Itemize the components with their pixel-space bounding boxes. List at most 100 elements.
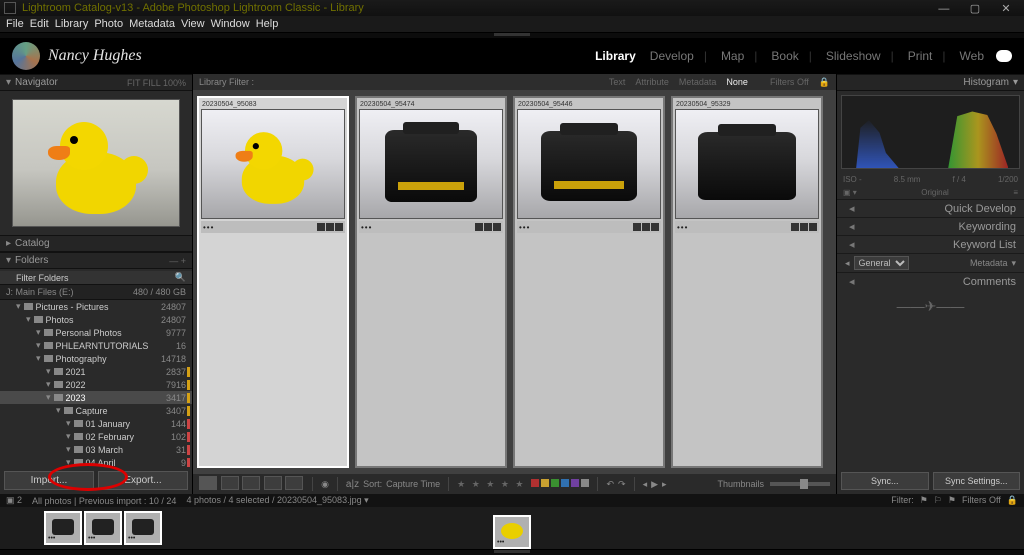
slideshow-play-icon[interactable]: ▶: [651, 479, 658, 490]
filmstrip-thumb[interactable]: •••: [44, 511, 82, 545]
sync-settings-button[interactable]: Sync Settings...: [933, 472, 1021, 490]
second-window-icon[interactable]: ▣ 2: [6, 495, 22, 506]
keyword-list-header[interactable]: Keyword List: [837, 235, 1024, 253]
cell-badges[interactable]: [633, 223, 659, 231]
rating-dots[interactable]: •••: [519, 223, 530, 232]
filmstrip[interactable]: ••• ••• ••• •••: [0, 507, 1024, 549]
grid-cell-thumb[interactable]: [201, 109, 345, 219]
menu-library[interactable]: Library: [55, 18, 89, 30]
status-filter-lock-icon[interactable]: 🔒: [1007, 495, 1018, 506]
color-label-swatch[interactable]: [531, 479, 539, 487]
folder-row[interactable]: ▾Photography14718: [0, 352, 192, 365]
cloud-sync-icon[interactable]: [996, 50, 1012, 62]
module-library[interactable]: Library: [593, 49, 638, 63]
menu-edit[interactable]: Edit: [30, 18, 49, 30]
rotate-cw-icon[interactable]: ↷: [618, 479, 626, 490]
module-book[interactable]: Book: [769, 49, 813, 63]
keywording-header[interactable]: Keywording: [837, 217, 1024, 235]
folder-row[interactable]: ▾Pictures - Pictures24807: [0, 300, 192, 313]
navigator-zoom-modes[interactable]: FIT FILL 100%: [127, 78, 186, 88]
grid-cell-thumb[interactable]: [517, 109, 661, 219]
folder-row[interactable]: ▾01 January144: [0, 417, 192, 430]
module-map[interactable]: Map: [719, 49, 759, 63]
maximize-button[interactable]: ▢: [961, 2, 989, 15]
loupe-view-button[interactable]: [221, 476, 239, 490]
metadata-mode-dropdown[interactable]: General: [854, 256, 909, 270]
color-label-swatch[interactable]: [551, 479, 559, 487]
color-label-swatch[interactable]: [571, 479, 579, 487]
rotate-ccw-icon[interactable]: ↶: [606, 479, 614, 490]
folders-add-icon[interactable]: — +: [169, 256, 186, 266]
folder-row[interactable]: ▾03 March31: [0, 443, 192, 456]
bottom-panel-collapse[interactable]: [0, 550, 1024, 555]
grid-view[interactable]: 20230504_95083•••20230504_95474•••202305…: [193, 90, 836, 474]
grid-cell[interactable]: 20230504_95446•••: [513, 96, 665, 468]
import-button[interactable]: Import...: [4, 471, 94, 490]
grid-cell[interactable]: 20230504_95474•••: [355, 96, 507, 468]
folder-row[interactable]: ▾02 February102: [0, 430, 192, 443]
folder-row[interactable]: ▾Personal Photos9777: [0, 326, 192, 339]
status-flag-picked-icon[interactable]: ⚑: [920, 495, 928, 506]
grid-cell-thumb[interactable]: [675, 109, 819, 219]
slideshow-prev-icon[interactable]: ◂: [643, 479, 648, 490]
navigator-preview[interactable]: [12, 99, 180, 227]
comments-header[interactable]: Comments: [837, 272, 1024, 290]
cell-badges[interactable]: [475, 223, 501, 231]
grid-cell[interactable]: 20230504_95329•••: [671, 96, 823, 468]
folder-row[interactable]: ▾20227916: [0, 378, 192, 391]
quick-develop-header[interactable]: Quick Develop: [837, 199, 1024, 217]
volume-header[interactable]: J: Main Files (E:) 480 / 480 GB: [0, 284, 192, 300]
sort-direction-icon[interactable]: a|z: [346, 479, 359, 490]
navigator-header[interactable]: Navigator FIT FILL 100%: [0, 74, 192, 91]
folder-row[interactable]: ▾20212837: [0, 365, 192, 378]
folder-row[interactable]: ▾PHLEARNTUTORIALS16: [0, 339, 192, 352]
crop-icon[interactable]: ▣ ▾: [843, 188, 857, 197]
filter-preset-dropdown[interactable]: Filters Off: [770, 77, 809, 88]
minimize-button[interactable]: —: [930, 3, 958, 15]
color-label-swatch[interactable]: [541, 479, 549, 487]
close-button[interactable]: ✕: [992, 2, 1020, 15]
compare-view-button[interactable]: [242, 476, 260, 490]
folder-row[interactable]: ▾Photos24807: [0, 313, 192, 326]
crop-menu-icon[interactable]: ≡: [1013, 188, 1018, 197]
folders-header[interactable]: Folders — +: [0, 252, 192, 269]
color-labels[interactable]: [529, 479, 589, 489]
cell-badges[interactable]: [791, 223, 817, 231]
filter-tab-metadata[interactable]: Metadata: [679, 77, 717, 88]
module-develop[interactable]: Develop: [648, 49, 709, 63]
folder-filter-input[interactable]: Filter Folders 🔍: [0, 271, 192, 284]
filter-lock-icon[interactable]: 🔒: [819, 77, 830, 88]
filter-tab-none[interactable]: None: [726, 77, 748, 88]
folder-row[interactable]: ▾20233417: [0, 391, 192, 404]
module-print[interactable]: Print: [906, 49, 948, 63]
sort-dropdown[interactable]: Capture Time: [386, 479, 440, 489]
histogram[interactable]: [841, 95, 1020, 169]
grid-cell-thumb[interactable]: [359, 109, 503, 219]
menu-metadata[interactable]: Metadata: [129, 18, 175, 30]
menu-view[interactable]: View: [181, 18, 205, 30]
menu-photo[interactable]: Photo: [94, 18, 123, 30]
status-source[interactable]: All photos | Previous import : 10 / 24: [32, 496, 176, 506]
menu-window[interactable]: Window: [211, 18, 250, 30]
grid-view-button[interactable]: [199, 476, 217, 490]
metadata-header[interactable]: ◂ General Metadata ▾: [837, 253, 1024, 272]
cell-badges[interactable]: [317, 223, 343, 231]
menu-help[interactable]: Help: [256, 18, 279, 30]
painter-tool-icon[interactable]: ◉: [321, 479, 329, 490]
module-slideshow[interactable]: Slideshow: [824, 49, 896, 63]
rating-dots[interactable]: •••: [677, 223, 688, 232]
filmstrip-thumb[interactable]: •••: [84, 511, 122, 545]
rating-stars[interactable]: ★ ★ ★ ★ ★: [457, 479, 525, 490]
export-button[interactable]: Export...: [98, 471, 188, 490]
filmstrip-thumb[interactable]: •••: [493, 515, 531, 549]
module-web[interactable]: Web: [958, 49, 986, 63]
histogram-header[interactable]: Histogram ▾: [837, 74, 1024, 91]
menu-file[interactable]: File: [6, 18, 24, 30]
grid-cell[interactable]: 20230504_95083•••: [197, 96, 349, 468]
filter-tab-text[interactable]: Text: [609, 77, 626, 88]
status-flag-unflagged-icon[interactable]: ⚐: [934, 495, 942, 506]
sync-button[interactable]: Sync...: [841, 472, 929, 490]
thumbnail-size-slider[interactable]: [770, 482, 830, 486]
filter-tab-attribute[interactable]: Attribute: [635, 77, 669, 88]
people-view-button[interactable]: [285, 476, 303, 490]
